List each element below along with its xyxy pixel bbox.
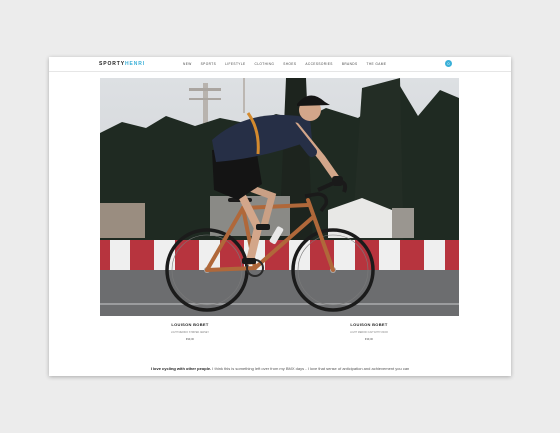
nav-item-clothing[interactable]: CLOTHING (255, 62, 275, 66)
product-caption[interactable]: LOUISON BOBET LIGHT MERINO STRIPED JERSE… (150, 322, 230, 341)
cyclist-photo-illustration (100, 78, 459, 316)
nav-item-sports[interactable]: SPORTS (201, 62, 216, 66)
product-name: LOUISON BOBET (171, 322, 209, 327)
product-price: €99,00 (186, 338, 194, 341)
product-price: €39,00 (365, 338, 373, 341)
hero-image (100, 78, 459, 316)
quote-body: I think this is something left over from… (211, 366, 410, 371)
product-description: LIGHT MERINO STRIPED JERSEY (170, 331, 210, 334)
product-caption[interactable]: LOUISON BOBET LIGHT MERINO CAP WITH VISO… (329, 322, 409, 341)
logo-text-primary: SPORTY (99, 61, 125, 67)
nav-item-lifestyle[interactable]: LIFESTYLE (225, 62, 245, 66)
main-menu: NEW SPORTS LIFESTYLE CLOTHING SHOES ACCE… (183, 62, 386, 66)
nav-item-the-game[interactable]: THE GAME (367, 62, 387, 66)
nav-item-brands[interactable]: BRANDS (342, 62, 358, 66)
top-navigation: SPORTYHENRI NEW SPORTS LIFESTYLE CLOTHIN… (49, 57, 511, 72)
site-logo[interactable]: SPORTYHENRI (99, 61, 145, 67)
product-description: LIGHT MERINO CAP WITH VISOR (350, 331, 388, 334)
browser-page: SPORTYHENRI NEW SPORTS LIFESTYLE CLOTHIN… (49, 57, 511, 376)
logo-text-accent: HENRI (124, 61, 146, 67)
quote-bold: I love cycling with other people. (150, 366, 212, 371)
nav-item-accessories[interactable]: ACCESSORIES (305, 62, 332, 66)
nav-item-new[interactable]: NEW (183, 62, 192, 66)
product-name: LOUISON BOBET (350, 322, 388, 327)
cart-badge-icon[interactable]: 0 (445, 60, 452, 67)
quote-text: I love cycling with other people. I thin… (49, 366, 511, 371)
nav-item-shoes[interactable]: SHOES (283, 62, 296, 66)
